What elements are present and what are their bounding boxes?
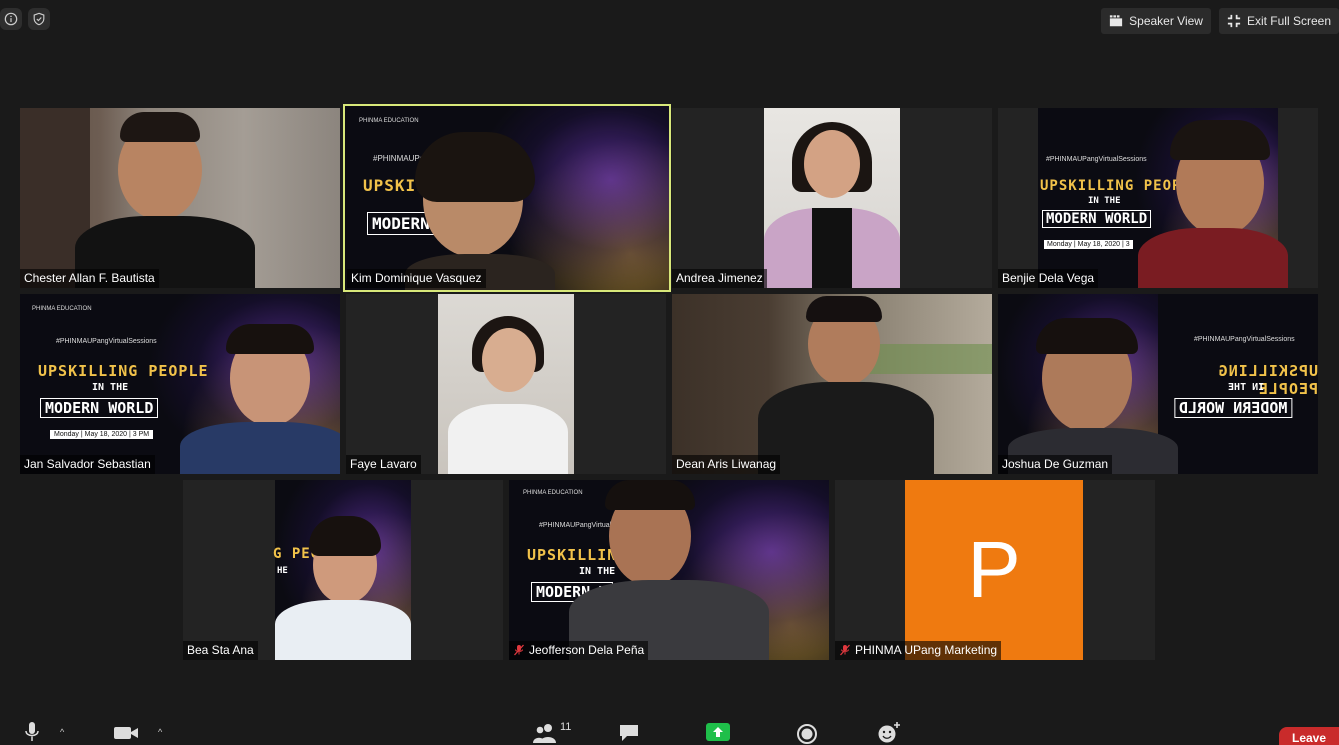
shield-icon [33,12,45,26]
participant-name-tag: Andrea Jimenez [672,269,767,288]
share-screen-icon [706,723,730,741]
video-tile-jan[interactable]: PHINMA EDUCATION #PHINMAUPangVirtualSess… [20,294,340,474]
participant-name-tag: Joshua De Guzman [998,455,1113,474]
meeting-info-button[interactable] [0,8,22,30]
participants-button[interactable]: 11 [532,721,572,743]
muted-mic-icon [839,644,851,656]
mute-button[interactable] [24,721,40,743]
chevron-up-icon: ^ [158,727,163,737]
meeting-window: Speaker View Exit Full Screen Chester Al… [0,0,1339,745]
exit-full-screen-label: Exit Full Screen [1246,14,1331,28]
speaker-view-label: Speaker View [1129,14,1203,28]
video-tile-jeofferson[interactable]: PHINMA EDUCATION #PHINMAUPangVirtualSess… [509,480,829,660]
video-feed: PHINMA EDUCATION #PHINMAUPangVirtualSess… [509,480,829,660]
participant-name-tag: PHINMA UPang Marketing [835,641,1002,660]
microphone-icon [25,722,39,741]
record-icon [797,724,817,744]
video-feed [438,294,574,474]
chevron-up-icon: ^ [60,727,65,737]
chat-icon [620,725,638,741]
speaker-view-icon [1110,15,1123,27]
participant-name-tag: Dean Aris Liwanag [672,455,781,474]
reactions-button[interactable] [876,721,902,743]
chat-button[interactable] [618,723,640,743]
avatar-letter: P [967,525,1021,614]
camera-icon [114,727,138,739]
video-feed: PHINMA EDUCATION #PHINMAUPangVirtualSess… [20,294,340,474]
exit-full-screen-icon [1227,14,1241,28]
leave-meeting-button[interactable]: Leave [1279,727,1339,745]
video-tile-faye[interactable]: Faye Lavaro [346,294,666,474]
top-right-controls: Speaker View Exit Full Screen [1101,8,1339,34]
share-screen-button[interactable] [706,723,730,741]
video-feed: G PEOPL HE [273,480,411,660]
video-tile-chester[interactable]: Chester Allan F. Bautista [20,108,340,288]
video-feed [764,108,900,288]
participant-name-tag: Chester Allan F. Bautista [20,269,159,288]
meeting-toolbar: ^ ^ 11 Leave [0,715,1339,745]
video-tile-phinma-marketing[interactable]: P PHINMA UPang Marketing [835,480,1155,660]
top-left-controls [0,8,50,30]
participant-name-tag: Jeofferson Dela Peña [509,641,649,660]
avatar: P [905,480,1083,660]
record-button[interactable] [796,723,818,745]
participants-count: 11 [560,721,572,733]
video-tile-andrea[interactable]: Andrea Jimenez [672,108,992,288]
video-options-button[interactable]: ^ [144,721,162,737]
participant-name-tag: Benjie Dela Vega [998,269,1099,288]
video-tile-benjie[interactable]: #PHINMAUPangVirtualSessions UPSKILLING P… [998,108,1318,288]
video-feed: #PHINMAUPangVirtualSessions UPSKILLING P… [1038,108,1288,288]
video-tile-bea[interactable]: G PEOPL HE Bea Sta Ana [183,480,503,660]
video-feed [20,108,340,288]
video-tile-dean[interactable]: Dean Aris Liwanag [672,294,992,474]
video-tile-kim[interactable]: PHINMA EDUCATION #PHINMAUPangVirtualSess… [343,104,671,292]
video-feed: #PHINMAUPangVirtualSessions UPSKILLING P… [998,294,1318,474]
video-button[interactable] [113,725,139,741]
video-feed: PHINMA EDUCATION #PHINMAUPangVirtualSess… [345,106,669,290]
participant-name-tag: Faye Lavaro [346,455,421,474]
participant-name-tag: Bea Sta Ana [183,641,258,660]
video-tile-joshua[interactable]: #PHINMAUPangVirtualSessions UPSKILLING P… [998,294,1318,474]
participant-name-tag: Jan Salvador Sebastian [20,455,155,474]
video-feed [672,294,992,474]
participant-name-tag: Kim Dominique Vasquez [347,269,486,288]
muted-mic-icon [513,644,525,656]
exit-full-screen-button[interactable]: Exit Full Screen [1218,8,1339,34]
security-button[interactable] [28,8,50,30]
participants-icon [533,724,556,743]
speaker-view-button[interactable]: Speaker View [1101,8,1211,34]
info-icon [4,12,18,26]
audio-options-button[interactable]: ^ [46,721,64,737]
emoji-icon [878,722,900,743]
